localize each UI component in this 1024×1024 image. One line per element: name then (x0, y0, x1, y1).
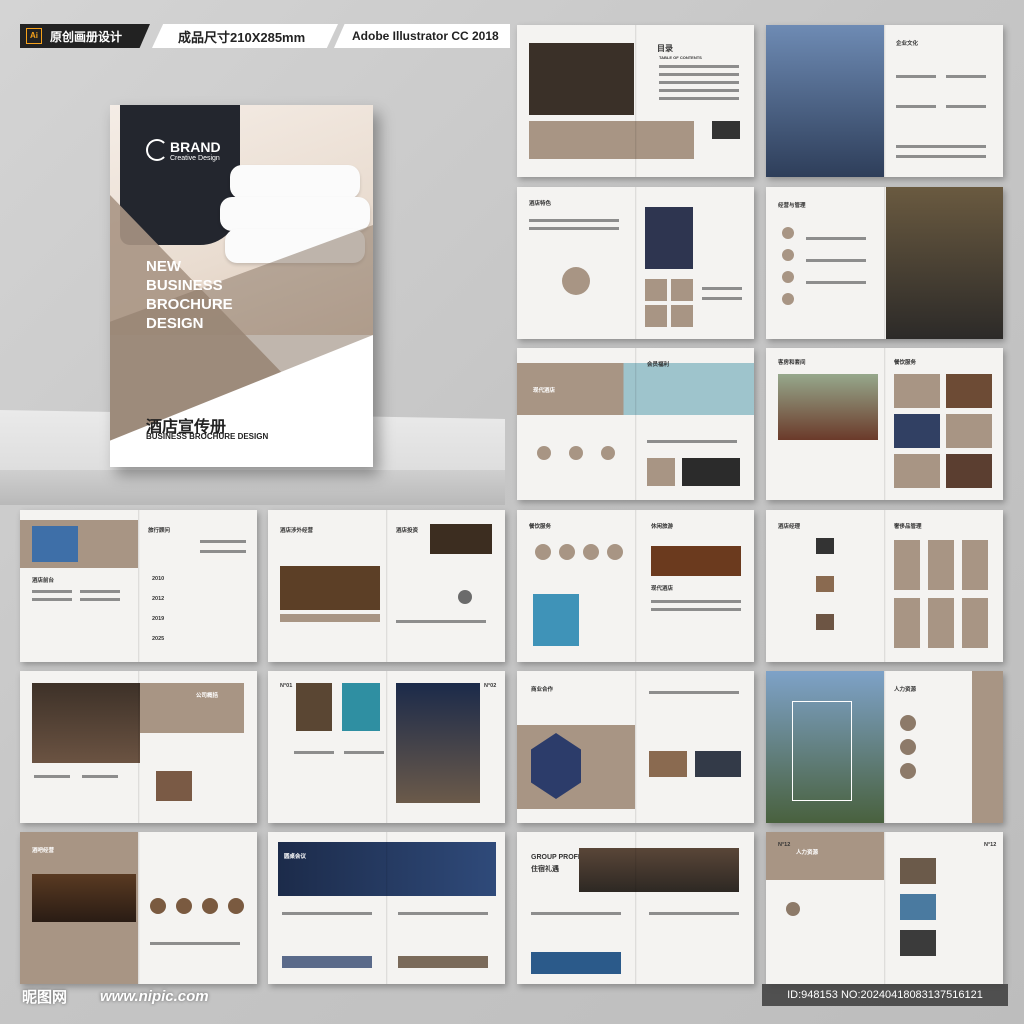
spread-culture: 企业文化 (766, 25, 1003, 177)
badge-title: 原创画册设计 (50, 29, 123, 44)
photo (32, 526, 78, 562)
spread-profile: 公司概括 (20, 671, 257, 823)
cover-title-en: BUSINESS BROCHURE DESIGN (146, 432, 269, 441)
app-badge: Adobe Illustrator CC 2018 (334, 24, 510, 48)
spread-no01: N°01 N°02 (268, 671, 505, 823)
towel-image (230, 165, 360, 199)
size-badge: 成品尺寸210X285mm (152, 24, 338, 48)
photo (645, 207, 693, 269)
spread-modern: 现代酒店 会员福利 (517, 348, 754, 500)
photo (946, 454, 992, 488)
spread-catering: 餐饮服务 休闲旅游 现代酒店 (517, 510, 754, 662)
watermark-logo: 昵图网 (22, 989, 68, 1006)
photo (712, 121, 740, 139)
spread-meeting: 圆桌会议 (268, 832, 505, 984)
spread-manager: 酒店经理 奢侈品管理 (766, 510, 1003, 662)
photo (886, 187, 1003, 339)
photo (342, 683, 380, 731)
shelf-edge (0, 470, 505, 505)
spread-toc: 目录 TABLE OF CONTENTS (517, 25, 754, 177)
photo (156, 771, 192, 801)
spread-group: GROUP PROFILE 住宿礼遇 (517, 832, 754, 984)
photo (778, 374, 878, 440)
photo (682, 458, 740, 486)
photo (533, 594, 579, 646)
photo (280, 566, 380, 610)
color-block (529, 121, 694, 159)
spread-travel: 旅行顾问 酒店前台 2010 2012 2019 2025 (20, 510, 257, 662)
illustrator-icon: Ai (26, 28, 42, 44)
brand-subtitle: Creative Design (170, 155, 220, 162)
photo (430, 524, 492, 554)
spread-bar: 酒吧经营 (20, 832, 257, 984)
photo (529, 43, 634, 115)
number-badge (562, 267, 590, 295)
photo (766, 25, 884, 177)
photo (579, 848, 739, 892)
spread-feature: 酒店特色 (517, 187, 754, 339)
photo (894, 414, 940, 448)
banner-photo (278, 842, 496, 896)
spread-foreign: 酒店涉外经营 酒店投资 (268, 510, 505, 662)
photo (396, 683, 480, 803)
photo (900, 858, 936, 884)
spread-biz: 商业合作 (517, 671, 754, 823)
photo (651, 546, 741, 576)
photo (900, 894, 936, 920)
photo (32, 683, 140, 763)
towel-image (220, 197, 370, 231)
photo (695, 751, 741, 777)
photo (32, 874, 136, 922)
brochure-cover: BRAND Creative Design NEW BUSINESS BROCH… (110, 105, 373, 467)
spread-manage: 经营与管理 (766, 187, 1003, 339)
spread-room: 客房和套间 餐饮服务 (766, 348, 1003, 500)
cover-title: NEW BUSINESS BROCHURE DESIGN (146, 258, 233, 332)
photo (531, 952, 621, 974)
photo (649, 751, 687, 777)
spread-hr2: 人力资源 N°12 N°12 (766, 832, 1003, 984)
image-id: ID:948153 NO:20240418083137516121 (762, 984, 1008, 1006)
photo (946, 374, 992, 408)
photo (900, 930, 936, 956)
spread-hr: 人力资源 (766, 671, 1003, 823)
software-badge: Ai 原创画册设计 (20, 24, 150, 48)
brand-name: BRAND (170, 139, 221, 155)
watermark-url: www.nipic.com (100, 988, 209, 1005)
brand-logo-icon (146, 139, 168, 161)
photo (296, 683, 332, 731)
